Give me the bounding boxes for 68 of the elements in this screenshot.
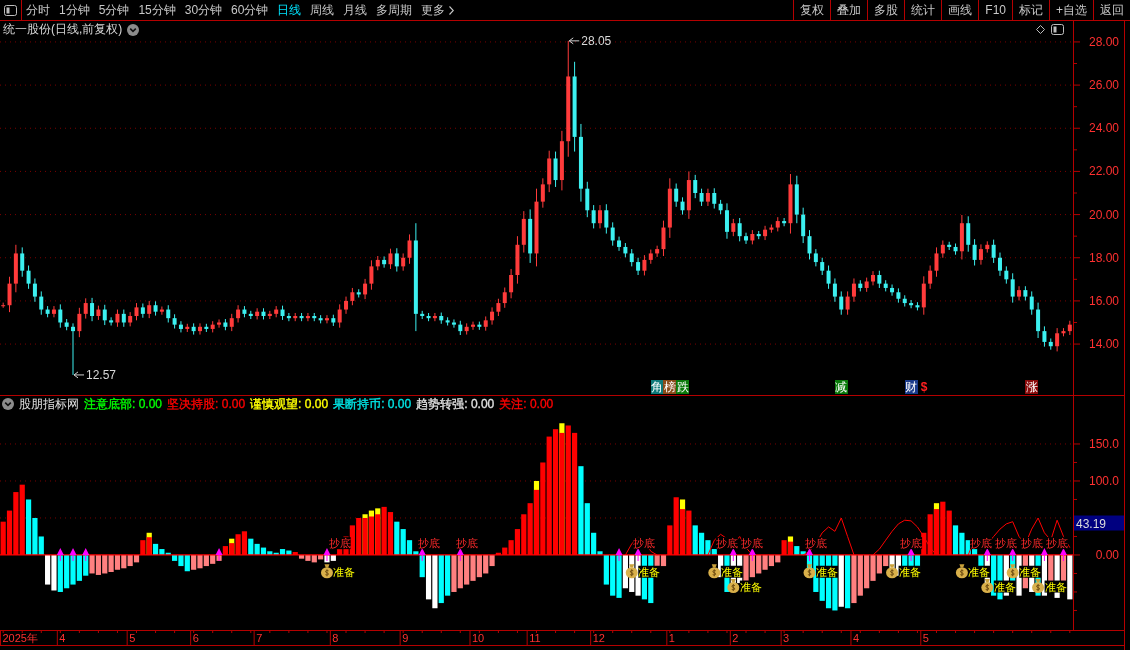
legend-item: 坚决持股: 0.00	[167, 397, 246, 411]
toolbar-button[interactable]: 标记	[1013, 0, 1050, 20]
price-axis-label: 28.00	[1088, 34, 1119, 49]
toolbar-button[interactable]: 统计	[905, 0, 943, 20]
date-axis-label: 8	[332, 632, 339, 644]
date-axis-label: 1	[668, 632, 675, 644]
period-tab[interactable]: 30分钟	[184, 4, 223, 16]
toolbar-button[interactable]: 叠加	[831, 0, 869, 20]
date-axis-label: 3	[783, 632, 790, 644]
date-axis-label: 10	[472, 632, 485, 644]
price-axis-label: 20.00	[1088, 207, 1119, 222]
date-axis-label: 5	[129, 632, 136, 644]
event-tag: 财	[904, 380, 918, 394]
diamond-icon[interactable]	[1036, 25, 1045, 34]
indicator-axis-label: 100.0	[1088, 474, 1119, 488]
chevron-right-icon	[449, 5, 455, 15]
toolbar-button[interactable]: 多股	[868, 0, 906, 20]
toolbar-button[interactable]: +自选	[1050, 0, 1094, 20]
price-axis-label: 14.00	[1088, 337, 1119, 352]
toolbar-button[interactable]: F10	[979, 0, 1013, 20]
period-tab[interactable]: 15分钟	[138, 4, 176, 16]
date-axis-label: 7	[256, 632, 263, 644]
legend-item: 果断持币: 0.00	[333, 397, 412, 411]
panel-icon	[4, 4, 17, 16]
legend-item: 谨慎观望: 0.00	[250, 397, 329, 411]
toolbar-button[interactable]: 复权	[794, 0, 832, 20]
event-tag: 角	[650, 380, 664, 394]
price-axis-label: 26.00	[1088, 78, 1119, 93]
event-tag: 涨	[1025, 380, 1039, 394]
period-tab[interactable]: 月线	[343, 4, 368, 16]
legend-item: 关注: 0.00	[499, 397, 554, 411]
period-tab[interactable]: 多周期	[376, 4, 413, 16]
period-tab[interactable]: 60分钟	[231, 4, 269, 16]
date-axis-label: 4	[852, 632, 860, 644]
event-tag: 减	[834, 380, 848, 394]
date-axis-label: 2025年	[2, 632, 38, 644]
price-axis-label: 22.00	[1088, 164, 1119, 179]
period-tab[interactable]: 5分钟	[98, 4, 130, 16]
legend-item: 注意底部: 0.00	[84, 397, 163, 411]
date-axis-label: 2	[732, 632, 739, 644]
chevron-down-icon[interactable]	[127, 23, 140, 36]
period-tab[interactable]: 分时	[26, 4, 50, 16]
chart-title: 统一股份(日线,前复权)	[3, 22, 123, 37]
date-axis-label: 4	[59, 632, 66, 644]
date-axis-label: 6	[192, 632, 199, 644]
period-tab[interactable]: 周线	[310, 4, 335, 16]
chevron-down-icon[interactable]	[2, 398, 14, 410]
legend-item: 趋势转强: 0.00	[416, 397, 495, 411]
date-axis-label: 9	[402, 632, 409, 644]
date-axis-label: 11	[529, 632, 541, 644]
date-axis-label: 12	[592, 632, 605, 644]
price-axis-label: 16.00	[1088, 293, 1119, 308]
event-tag: 榜	[663, 380, 677, 394]
period-tab[interactable]: 1分钟	[59, 4, 90, 16]
panel-icon	[1051, 24, 1064, 35]
toolbar-button[interactable]: 返回	[1094, 0, 1130, 20]
more-button[interactable]: 更多	[421, 4, 455, 16]
period-tab[interactable]: 日线	[277, 4, 302, 16]
indicator-name: 股朋指标网	[19, 397, 79, 411]
price-axis-label: 18.00	[1088, 250, 1119, 265]
current-value-tag: 43.19	[1074, 515, 1124, 531]
price-axis-label: 24.00	[1088, 121, 1119, 136]
event-tag: 跌	[676, 380, 689, 394]
date-axis-label: 5	[922, 632, 929, 644]
indicator-axis-label: 150.0	[1088, 437, 1119, 451]
toolbar-button[interactable]: 画线	[942, 0, 980, 20]
event-symbol: $	[920, 380, 928, 394]
indicator-axis-label: 0.00	[1095, 547, 1119, 562]
